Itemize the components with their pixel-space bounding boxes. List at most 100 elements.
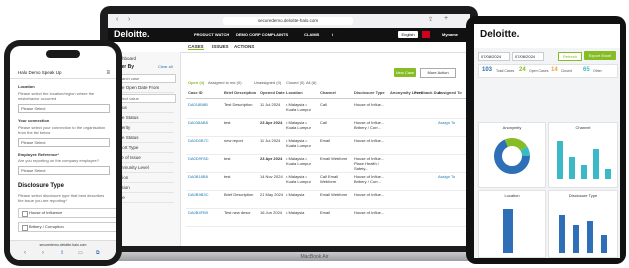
case-date: 11 Jul 2024 (260, 102, 281, 107)
col-channel[interactable]: Channel (320, 90, 336, 95)
checkbox-icon[interactable] (22, 211, 28, 217)
user-menu[interactable]: Myname (442, 32, 458, 37)
case-id[interactable]: DA0B9B3C (188, 192, 208, 197)
filter-division[interactable]: Division (114, 184, 174, 193)
tab-open[interactable]: Open (4) (188, 80, 204, 85)
filter-region[interactable]: Region (114, 174, 174, 183)
date-to-input[interactable]: 07/08/2024 (512, 52, 544, 61)
share-icon[interactable]: ⇪ (428, 16, 433, 23)
option-bribery-corruption[interactable]: Bribery / Corruption (18, 222, 116, 232)
table-row[interactable]: DA0B18B8 test 14 Nov 2024 • Malaysia • K… (186, 172, 466, 191)
col-disclosure-type[interactable]: Disclosure Type (354, 90, 385, 95)
filter-severity[interactable]: Severity (114, 124, 174, 133)
filter-value-input[interactable]: Select value (114, 94, 176, 103)
case-channel: Email Webform (320, 192, 348, 197)
table-row[interactable]: DA038AB8 test 23 Apr 2024 • Malaysia • K… (186, 118, 466, 137)
case-description: new report (224, 138, 243, 143)
case-description: Test new descr (224, 210, 251, 215)
bookmarks-icon[interactable]: ▭ (78, 250, 83, 256)
laptop-screen: ‹ › securedemo.deloitte-halo.com ⇪ + Del… (108, 14, 470, 246)
forward-icon[interactable]: › (128, 16, 130, 23)
col-location[interactable]: Location (286, 90, 303, 95)
disclosure-bar (573, 225, 579, 253)
language-select[interactable]: English (398, 31, 418, 38)
case-description: test (224, 174, 231, 179)
assign-link[interactable]: Assign To (438, 174, 455, 179)
col-brief-description[interactable]: Brief Description (224, 90, 256, 95)
filter-case-status[interactable]: Case Status (114, 114, 174, 123)
tab-actions[interactable]: ACTIONS (234, 44, 254, 49)
tab-assigned-to-me[interactable]: Assigned to me (0) (208, 80, 242, 85)
filter-open-date[interactable]: Case Open Date From (114, 84, 174, 93)
employee-reference-label: Employee Reference* (18, 152, 59, 157)
table-row[interactable]: DA0D9F8D test 23 Apr 2024 • Malaysia • K… (186, 154, 466, 173)
col-assigned-to[interactable]: Assigned To (438, 90, 462, 95)
tab-all[interactable]: All (6) (306, 80, 316, 85)
table-row[interactable]: DA018B8B Test Description 11 Jul 2024 • … (186, 100, 466, 119)
tab-unassigned[interactable]: Unassigned (0) (254, 80, 281, 85)
case-location: • Malaysia • Kuala Lumpur (286, 102, 311, 112)
connection-select[interactable]: Please Select (18, 138, 110, 147)
disclosure-bar (559, 215, 565, 253)
filter-community-level[interactable]: Community Level (114, 164, 174, 173)
tab-issues[interactable]: ISSUES (212, 44, 229, 49)
location-select[interactable]: Please Select (18, 104, 110, 113)
info-icon[interactable]: i (332, 32, 333, 37)
col-case-id[interactable]: Case ID (188, 90, 203, 95)
case-id[interactable]: DA0B4FB9 (188, 210, 208, 215)
share-icon[interactable]: ⇪ (60, 250, 64, 256)
mobile-browser-bar: securedemo.deloitte-halo.com ‹ › ⇪ ▭ ⧉ (10, 240, 116, 260)
table-row[interactable]: DA0D0B7C new report 11 Jul 2024 • Malays… (186, 136, 466, 155)
tab-cases[interactable]: CASES (188, 44, 204, 50)
option-house-of-influence[interactable]: House of Influence (18, 208, 116, 218)
case-channel: Call Email Webform (320, 174, 339, 184)
new-case-button[interactable]: New Case (394, 68, 416, 77)
filter-type-of-issue[interactable]: Type of Issue (114, 154, 174, 163)
assign-link[interactable]: Assign To (438, 120, 455, 125)
checkbox-icon[interactable] (22, 225, 28, 231)
kpi-closed-label: Closed (561, 69, 572, 73)
export-excel-button[interactable]: Export Excel (584, 51, 616, 60)
case-channel: Email (320, 138, 331, 143)
top-navbar: Deloitte. PRODUCT WATCH DEMO CORP COMPLA… (108, 28, 470, 42)
new-tab-icon[interactable]: + (444, 15, 448, 22)
date-from-input[interactable]: 07/08/2024 (478, 52, 510, 61)
table-row[interactable]: DA0B9B3C Brief Description 21 May 2024 •… (186, 190, 466, 209)
channel-bar (557, 141, 563, 179)
col-opened-date[interactable]: Opened Date (260, 90, 285, 95)
table-row[interactable]: DA0B4FB9 Test new descr 16 Jun 2024 • Ma… (186, 208, 466, 227)
address-bar[interactable]: securedemo.deloitte-halo.com (223, 17, 353, 25)
filter-report-type[interactable]: Report Type (114, 144, 174, 153)
forward-icon[interactable]: › (42, 250, 44, 256)
menu-icon[interactable]: ≡ (106, 68, 110, 78)
case-id[interactable]: DA038AB8 (188, 120, 208, 125)
case-id[interactable]: DA018B8B (188, 102, 208, 107)
nav-demo-corp-complaints[interactable]: DEMO CORP COMPLAINTS (236, 32, 288, 37)
nav-claims[interactable]: CLAIMS (304, 32, 319, 37)
tabs-icon[interactable]: ⧉ (96, 250, 100, 256)
case-id[interactable]: DA0D0B7C (188, 138, 209, 143)
mobile-address-bar[interactable]: securedemo.deloitte-halo.com (20, 243, 106, 247)
more-action-button[interactable]: More Action (420, 68, 456, 78)
kpi-other-value: 65 (583, 67, 590, 73)
disclosure-type-hint: Please select disclosure type that best … (18, 193, 105, 203)
filter-status[interactable]: Status (114, 104, 174, 113)
back-icon[interactable]: ‹ (116, 16, 118, 23)
employee-reference-select[interactable]: Please Select (18, 166, 110, 175)
nav-product-watch[interactable]: PRODUCT WATCH (194, 32, 229, 37)
notification-icon[interactable] (422, 31, 430, 38)
case-id[interactable]: DA0D9F8D (188, 156, 208, 161)
case-location: • Malaysia (286, 192, 305, 197)
case-type: House of Influe... Bribery / Corr... (354, 120, 385, 130)
case-type: House of Influe... (354, 102, 385, 107)
refresh-button[interactable]: Refresh (558, 52, 582, 61)
option-label: House of Influence (29, 210, 63, 215)
clear-all-link[interactable]: Clear all (158, 64, 173, 69)
filter-case-status-2[interactable]: Case Status (114, 134, 174, 143)
case-id[interactable]: DA0B18B8 (188, 174, 208, 179)
filter-issue[interactable]: Issue (114, 194, 174, 203)
back-icon[interactable]: ‹ (24, 250, 26, 256)
search-case-input[interactable]: Search case (114, 74, 176, 83)
tab-closed[interactable]: Closed (0) (286, 80, 304, 85)
location-label: Location (18, 84, 35, 89)
